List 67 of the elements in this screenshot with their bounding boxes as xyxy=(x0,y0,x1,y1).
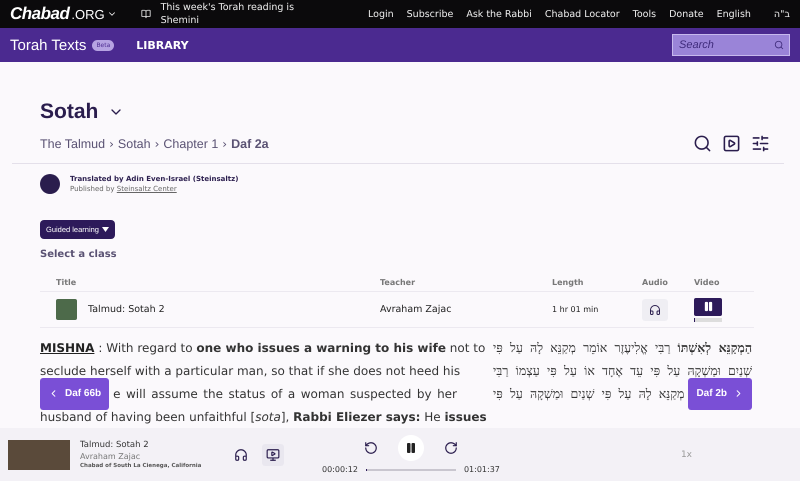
video-thumbnail-placeholder xyxy=(8,440,70,470)
headphones-icon xyxy=(234,448,248,462)
column-header: Video xyxy=(694,278,720,288)
search-icon xyxy=(774,40,784,50)
video-button[interactable] xyxy=(694,298,722,316)
hebrew-text-line: מְקַנֵּא לָהּ עַל פִּי שְׁנַיִם וּמַשְׁקָהּ עַל פִּי xyxy=(493,386,684,402)
elapsed-time: 00:00:12 xyxy=(322,465,358,474)
logo-suffix: .ORG xyxy=(71,6,105,22)
publisher-logo xyxy=(40,174,60,194)
audio-button[interactable] xyxy=(642,298,668,321)
english-text-line: e will assume the status of a woman suspected by her xyxy=(113,386,457,401)
search-field[interactable]: Search xyxy=(672,34,790,56)
pause-icon xyxy=(404,442,417,454)
class-title[interactable]: Talmud: Sotah 2 xyxy=(88,304,165,316)
video-mode-button[interactable] xyxy=(262,444,284,466)
breadcrumb-link[interactable]: Chapter 1 xyxy=(163,136,218,151)
hebrew-mark: ב"ה xyxy=(774,8,790,20)
breadcrumb-separator: › xyxy=(109,136,114,151)
column-header: Audio xyxy=(642,278,669,288)
english-text-line: seclude herself with a particular man, so that if she does not heed his xyxy=(40,364,460,378)
site-logo[interactable]: Chabad.ORG xyxy=(10,4,117,24)
torah-texts-logo[interactable]: Torah Texts xyxy=(10,36,86,54)
logo-brand: Chabad xyxy=(10,4,70,24)
column-header: Title xyxy=(55,278,78,288)
total-time: 01:01:37 xyxy=(464,465,500,474)
caret-icon xyxy=(102,227,109,232)
parsha-notice[interactable]: This week's Torah reading is Shemini xyxy=(160,1,331,28)
monitor-play-icon xyxy=(266,448,280,462)
book-icon xyxy=(140,9,151,20)
top-nav-link[interactable]: Ask the Rabbi xyxy=(466,8,532,20)
pause-icon xyxy=(702,301,714,312)
library-link[interactable]: LIBRARY xyxy=(136,38,189,52)
column-header: Length xyxy=(552,278,584,288)
settings-button[interactable] xyxy=(751,134,770,154)
rewind-icon xyxy=(364,441,378,456)
top-nav-link[interactable]: Subscribe xyxy=(406,8,454,20)
previous-page-button[interactable]: Daf 66b xyxy=(40,378,110,410)
next-page-button[interactable]: Daf 2b xyxy=(688,378,752,410)
mishna-label: MISHNA xyxy=(40,340,94,355)
headphones-icon xyxy=(649,304,661,316)
playback-track[interactable] xyxy=(366,468,456,471)
top-nav-link[interactable]: Donate xyxy=(669,8,704,20)
select-class-label: Select a class xyxy=(40,249,118,260)
hebrew-text-line: הַמְקַנֵּא לְאִשְׁתּוֹ רַבִּי אֱלִיעֶזֶר אוֹמֵר מְקַנֵּא לָהּ עַל פִּי xyxy=(493,340,752,356)
top-nav-link[interactable]: Chabad Locator xyxy=(544,8,620,20)
breadcrumb-separator: › xyxy=(154,136,160,151)
search-button[interactable] xyxy=(693,134,712,154)
forward-icon xyxy=(444,441,458,456)
english-text-line: husband of having been unfaithful [sota], Rabbi Eliezer says: He issues xyxy=(40,410,487,424)
column-header: Teacher xyxy=(380,278,416,288)
pause-button[interactable] xyxy=(398,435,424,462)
teacher-photo-placeholder xyxy=(56,299,77,320)
page-title: Sotah xyxy=(40,100,98,124)
player-title: Talmud: Sotah 2 xyxy=(80,440,150,450)
english-text-line: : With regard to one who issues a warning to his wife not to xyxy=(98,340,486,355)
teacher-cell-text: Avraham Zajac xyxy=(380,304,452,316)
breadcrumb-link[interactable]: The Talmud xyxy=(40,136,106,151)
hebrew-text-line: שְׁנַיִם וּמַשְׁקָהּ עַל פִּי עֵד אֶחָד אוֹ עַל פִּי עַצְמוֹ רַבִּי xyxy=(493,362,752,379)
breadcrumb-link[interactable]: Sotah xyxy=(118,136,151,151)
length-cell-text: 1 hr 01 min xyxy=(552,305,600,314)
breadcrumb-link[interactable]: Daf 2a xyxy=(231,136,269,151)
top-nav-link[interactable]: Tools xyxy=(632,8,656,20)
play-button[interactable] xyxy=(722,134,741,154)
top-nav-link[interactable]: Login xyxy=(368,8,394,20)
player-teacher: Avraham Zajac xyxy=(80,452,142,462)
top-nav-link[interactable]: English xyxy=(716,8,751,20)
breadcrumb-separator: › xyxy=(222,136,228,151)
